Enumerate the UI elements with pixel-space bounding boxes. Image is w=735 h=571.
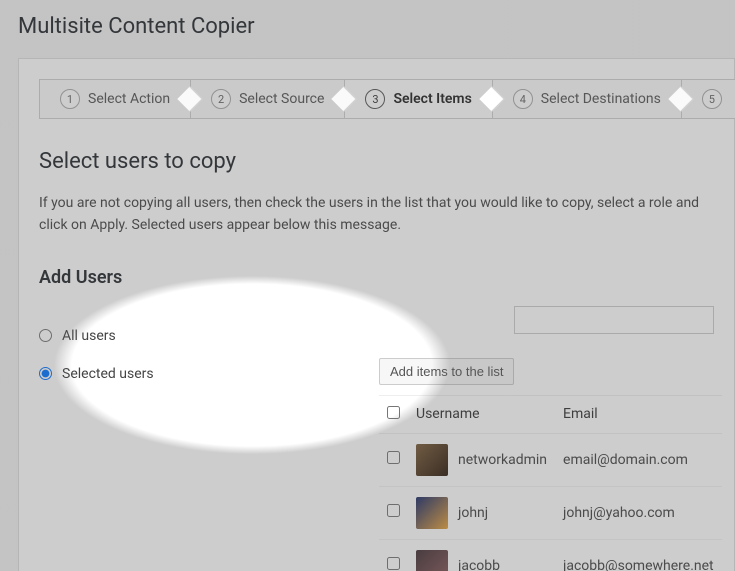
table-row: johnj johnj@yahoo.com: [379, 486, 722, 539]
radio-all-users-input[interactable]: [39, 329, 52, 342]
username-cell[interactable]: johnj: [458, 505, 488, 521]
avatar: [416, 497, 448, 529]
step-label: Select Action: [88, 91, 170, 107]
step-number-icon: 4: [513, 89, 533, 109]
username-cell[interactable]: networkadmin: [458, 452, 547, 468]
users-tbody: networkadmin email@domain.com johnj johnj@y…: [379, 433, 722, 571]
wizard-step-3[interactable]: 3 Select Items: [344, 79, 491, 119]
user-scope-radios: All users Selected users: [39, 306, 339, 571]
col-email: Email: [555, 395, 722, 433]
step-label: Select Items: [393, 91, 471, 107]
search-input[interactable]: [514, 306, 714, 334]
step-number-icon: 1: [60, 89, 80, 109]
wizard-step-2[interactable]: 2 Select Source: [190, 79, 344, 119]
page-title: Multisite Content Copier: [0, 0, 735, 47]
username-cell[interactable]: jacobb: [458, 558, 500, 571]
radio-selected-users-label: Selected users: [62, 366, 154, 382]
radio-all-users[interactable]: All users: [39, 328, 339, 344]
wizard-step-4[interactable]: 4 Select Destinations: [492, 79, 681, 119]
add-users-heading: Add Users: [39, 267, 714, 288]
main-panel: 1 Select Action 2 Select Source 3 Select Item…: [18, 58, 735, 571]
email-cell: email@domain.com: [555, 433, 722, 486]
avatar: [416, 550, 448, 571]
step-number-icon: 3: [365, 89, 385, 109]
step-label: Select Source: [239, 91, 324, 107]
table-row: jacobb jacobb@somewhere.net: [379, 539, 722, 571]
wizard-steps: 1 Select Action 2 Select Source 3 Select Item…: [39, 79, 714, 119]
row-checkbox[interactable]: [387, 557, 400, 570]
row-checkbox[interactable]: [387, 451, 400, 464]
step-label: Select Destinations: [541, 91, 661, 107]
select-all-checkbox[interactable]: [387, 406, 400, 419]
avatar: [416, 444, 448, 476]
section-title: Select users to copy: [39, 149, 714, 174]
wizard-step-1[interactable]: 1 Select Action: [39, 79, 190, 119]
col-username: Username: [408, 395, 555, 433]
radio-selected-users[interactable]: Selected users: [39, 366, 339, 382]
instructions-text: If you are not copying all users, then c…: [39, 192, 714, 237]
email-cell: johnj@yahoo.com: [555, 486, 722, 539]
table-row: networkadmin email@domain.com: [379, 433, 722, 486]
email-cell: jacobb@somewhere.net: [555, 539, 722, 571]
radio-all-users-label: All users: [62, 328, 116, 344]
radio-selected-users-input[interactable]: [39, 367, 52, 380]
row-checkbox[interactable]: [387, 504, 400, 517]
users-table: Username Email networkadmin email@domain.…: [379, 395, 722, 571]
add-items-button[interactable]: Add items to the list: [379, 358, 514, 385]
step-number-icon: 2: [211, 89, 231, 109]
step-number-icon: 5: [702, 89, 722, 109]
